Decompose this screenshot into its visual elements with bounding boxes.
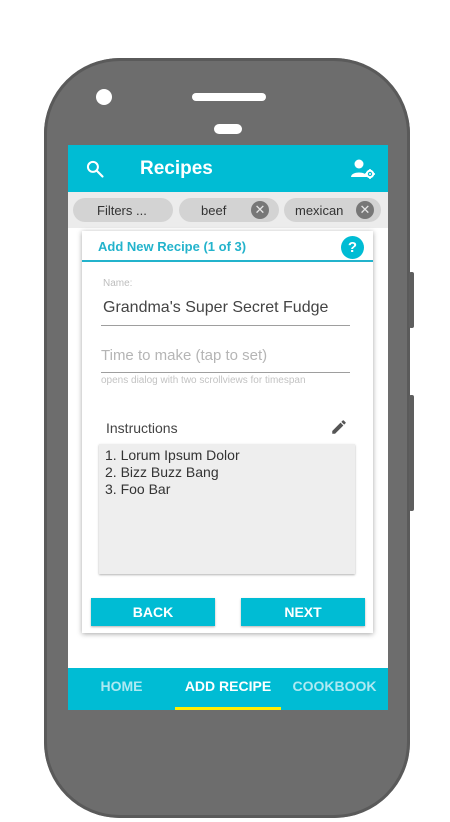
- filter-chip-bar: Filters ... beef ✕ mexican ✕: [68, 192, 388, 228]
- filters-chip[interactable]: Filters ...: [73, 198, 173, 222]
- remove-chip-icon[interactable]: ✕: [251, 201, 269, 219]
- instructions-label: Instructions: [106, 420, 178, 436]
- nav-tab-cookbook[interactable]: COOKBOOK: [281, 668, 388, 710]
- phone-side-button-power: [409, 272, 414, 328]
- card-title: Add New Recipe (1 of 3): [98, 239, 247, 254]
- instructions-textarea[interactable]: 1. Lorum Ipsum Dolor 2. Bizz Buzz Bang 3…: [99, 444, 355, 574]
- time-to-make-field[interactable]: Time to make (tap to set): [101, 347, 267, 364]
- remove-chip-icon[interactable]: ✕: [356, 201, 374, 219]
- instruction-line: 1. Lorum Ipsum Dolor: [105, 447, 240, 463]
- filters-chip-label: Filters ...: [97, 203, 147, 218]
- app-bar: Recipes: [68, 145, 388, 192]
- name-input[interactable]: Grandma's Super Secret Fudge: [103, 299, 328, 317]
- back-button[interactable]: BACK: [91, 598, 215, 626]
- instruction-line: 2. Bizz Buzz Bang: [105, 464, 219, 480]
- bottom-nav: HOME ADD RECIPE COOKBOOK: [68, 668, 388, 710]
- chip-label: beef: [201, 203, 227, 218]
- time-field-underline: [101, 372, 350, 373]
- phone-side-button-volume: [409, 395, 414, 511]
- filter-chip-mexican[interactable]: mexican ✕: [284, 198, 381, 222]
- name-field-label: Name:: [103, 278, 133, 289]
- search-icon[interactable]: [85, 159, 105, 179]
- account-settings-icon[interactable]: [350, 158, 376, 180]
- time-field-hint: opens dialog with two scrollviews for ti…: [101, 375, 306, 386]
- proximity-sensor: [214, 124, 242, 134]
- add-recipe-card: Add New Recipe (1 of 3) ? Name: Grandma'…: [82, 231, 373, 633]
- app-screen: Recipes Filters ... beef ✕ mexican ✕ Add…: [68, 145, 388, 710]
- front-camera: [96, 89, 112, 105]
- edit-pencil-icon[interactable]: [330, 418, 348, 436]
- chip-label: mexican: [295, 203, 344, 218]
- instruction-line: 3. Foo Bar: [105, 481, 171, 497]
- earpiece-speaker: [192, 93, 266, 101]
- filter-chip-beef[interactable]: beef ✕: [179, 198, 279, 222]
- app-title: Recipes: [140, 158, 213, 179]
- help-icon[interactable]: ?: [341, 236, 364, 259]
- nav-tab-home[interactable]: HOME: [68, 668, 175, 710]
- card-title-divider: [82, 260, 373, 262]
- nav-tab-add-recipe[interactable]: ADD RECIPE: [175, 668, 281, 710]
- next-button[interactable]: NEXT: [241, 598, 365, 626]
- name-input-underline: [101, 325, 350, 326]
- active-tab-indicator: [175, 707, 281, 710]
